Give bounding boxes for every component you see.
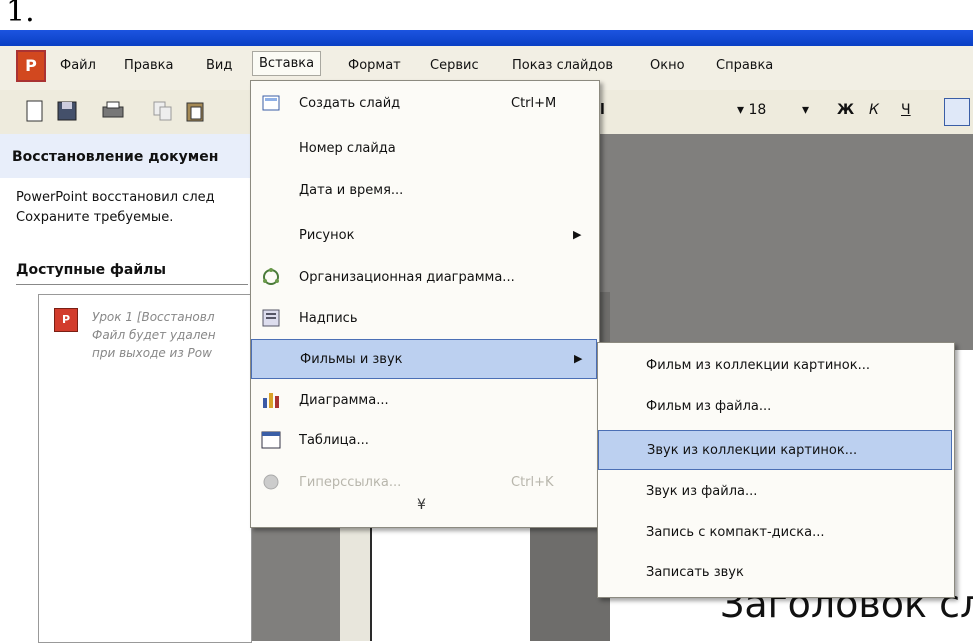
submenu-item-cd-audio[interactable]: Запись с компакт-диска... (598, 513, 952, 553)
chart-icon (263, 393, 279, 408)
figure-number: 1. (6, 0, 35, 29)
menu-view[interactable]: Вид (206, 58, 232, 73)
menu-item-movies-sounds[interactable]: Фильмы и звук ▶ (251, 339, 597, 379)
underline-button[interactable]: Ч (901, 102, 911, 118)
menu-window[interactable]: Окно (650, 58, 685, 73)
submenu-item-sound-file[interactable]: Звук из файла... (598, 472, 952, 512)
new-slide-icon (262, 95, 280, 111)
menu-item-label: Таблица... (299, 433, 369, 448)
menu-item-org-chart[interactable]: Организационная диаграмма... (251, 258, 597, 298)
task-pane-text-line2: Сохраните требуемые. (16, 210, 174, 225)
menu-item-label: Рисунок (299, 228, 355, 243)
formatting-toolbar: l ▾ 18 ▾ Ж К Ч (597, 90, 973, 134)
insert-menu: Создать слайд Ctrl+M Номер слайда Дата и… (250, 80, 600, 528)
submenu-item-record-sound[interactable]: Записать звук (598, 553, 952, 593)
menu-item-chart[interactable]: Диаграмма... (251, 381, 597, 421)
submenu-item-movie-file[interactable]: Фильм из файла... (598, 387, 952, 427)
submenu-item-label: Звук из коллекции картинок... (647, 443, 858, 458)
file-note-line2: при выходе из Pow (92, 346, 212, 360)
menu-item-shortcut: Ctrl+K (511, 475, 554, 490)
file-name: Урок 1 [Восстановл (92, 310, 215, 324)
task-pane-text-line1: PowerPoint восстановил след (16, 190, 215, 205)
menu-item-label: Организационная диаграмма... (299, 270, 515, 285)
copy-icon[interactable] (150, 98, 176, 124)
menu-item-shortcut: Ctrl+M (511, 96, 557, 111)
submenu-item-label: Записать звук (646, 565, 744, 580)
menu-file[interactable]: Файл (60, 58, 96, 73)
save-icon[interactable] (54, 98, 80, 124)
textbox-icon (262, 309, 280, 327)
submenu-item-label: Фильм из файла... (646, 399, 772, 414)
menu-help[interactable]: Справка (716, 58, 773, 73)
print-icon[interactable] (100, 98, 126, 124)
font-name-tail[interactable]: l (600, 102, 605, 118)
submenu-item-clip-sound[interactable]: Звук из коллекции картинок... (598, 430, 952, 470)
movies-sound-submenu: Фильм из коллекции картинок... Фильм из … (597, 342, 955, 598)
hyperlink-icon (263, 474, 279, 490)
menu-item-label: Дата и время... (299, 183, 404, 198)
task-pane-title: Восстановление докумен (12, 149, 219, 165)
menu-format[interactable]: Формат (348, 58, 401, 73)
window-titlebar (0, 30, 973, 46)
file-note-line1: Файл будет удален (92, 328, 216, 342)
menu-item-new-slide[interactable]: Создать слайд Ctrl+M (251, 84, 597, 124)
align-left-button[interactable] (944, 98, 970, 126)
submenu-item-label: Запись с компакт-диска... (646, 525, 825, 540)
menu-slideshow[interactable]: Показ слайдов (512, 58, 613, 73)
menu-item-picture[interactable]: Рисунок ▶ (251, 216, 597, 256)
menu-item-textbox[interactable]: Надпись (251, 299, 597, 339)
submenu-item-clip-movie[interactable]: Фильм из коллекции картинок... (598, 346, 952, 386)
menu-edit[interactable]: Правка (124, 58, 173, 73)
task-pane-description: PowerPoint восстановил след Сохраните тр… (16, 188, 215, 228)
menu-item-date-time[interactable]: Дата и время... (251, 171, 597, 211)
menu-item-label: Надпись (299, 311, 358, 326)
new-document-icon[interactable] (22, 98, 48, 124)
menu-tools[interactable]: Сервис (430, 58, 479, 73)
paste-icon[interactable] (182, 98, 208, 124)
recovered-file-entry[interactable]: Урок 1 [Восстановл Файл будет удален при… (92, 308, 216, 362)
powerpoint-file-icon[interactable]: P (54, 308, 78, 332)
submenu-arrow-icon: ▶ (573, 228, 582, 241)
menu-item-label: Фильмы и звук (300, 352, 403, 367)
heading-divider (16, 284, 248, 285)
menu-item-label: Номер слайда (299, 141, 396, 156)
submenu-arrow-icon: ▶ (574, 352, 583, 365)
font-size-select[interactable]: ▾ 18 (737, 102, 766, 118)
italic-button[interactable]: К (869, 102, 879, 118)
menu-item-table[interactable]: Таблица... (251, 421, 597, 461)
org-chart-icon (263, 268, 279, 285)
menu-item-label: Создать слайд (299, 96, 401, 111)
menu-insert[interactable]: Вставка (252, 51, 322, 76)
expand-menu-chevron-icon[interactable]: ¥ (417, 497, 426, 513)
font-size-value: 18 (748, 102, 767, 118)
submenu-item-label: Фильм из коллекции картинок... (646, 358, 870, 373)
available-files-heading: Доступные файлы (16, 262, 167, 278)
bold-button[interactable]: Ж (837, 102, 854, 118)
menu-item-label: Гиперссылка... (299, 475, 402, 490)
table-icon (261, 431, 281, 449)
font-size-dropdown-arrow[interactable]: ▾ (802, 102, 809, 118)
menu-item-slide-number[interactable]: Номер слайда (251, 129, 597, 169)
menu-item-label: Диаграмма... (299, 393, 389, 408)
powerpoint-app-icon[interactable]: P (16, 50, 46, 82)
submenu-item-label: Звук из файла... (646, 484, 758, 499)
